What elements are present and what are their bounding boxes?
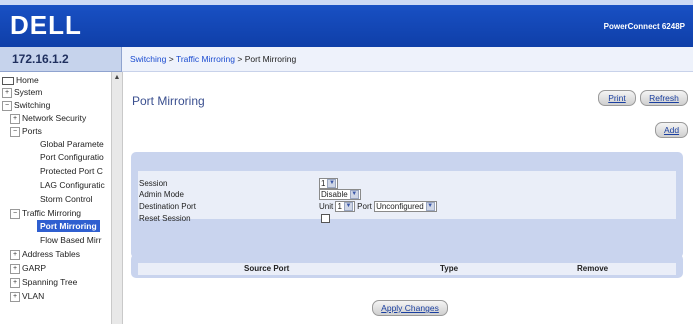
breadcrumb-separator: > <box>168 54 174 64</box>
scroll-up-icon[interactable]: ▲ <box>113 74 121 82</box>
chevron-down-icon: ▼ <box>327 179 337 189</box>
unit-select[interactable]: 1 ▼ <box>335 201 355 213</box>
collapse-icon: − <box>10 208 20 219</box>
tree-item-label: Port Configuratio <box>40 152 104 162</box>
tree-item-ports[interactable]: − Ports <box>10 125 42 137</box>
destination-port-label: Destination Port <box>139 202 196 211</box>
navigation-tree: Home + System − Switching + Network Securit… <box>0 72 111 324</box>
reset-session-checkbox-wrap <box>321 213 330 224</box>
expand-icon: + <box>10 249 20 260</box>
port-label: Port <box>357 202 372 211</box>
tree-item-garp[interactable]: + GARP <box>10 262 46 274</box>
reset-session-label: Reset Session <box>139 214 191 223</box>
header-top-line <box>0 0 693 5</box>
port-value: Unconfigured <box>376 202 424 212</box>
column-header-remove: Remove <box>577 264 609 273</box>
tree-item-label: Ports <box>22 126 42 136</box>
tree-item-global-parameters[interactable]: Global Paramete <box>40 138 104 150</box>
expand-icon: + <box>10 291 20 302</box>
collapse-icon: − <box>2 100 12 111</box>
destination-port-fields: Unit 1 ▼ Port Unconfigured ▼ <box>319 201 437 213</box>
expand-icon: + <box>10 277 20 288</box>
tree-item-label: Network Security <box>22 113 87 123</box>
column-header-source-port: Source Port <box>244 264 290 273</box>
dell-logo: DELL <box>10 10 82 40</box>
tree-item-spanning-tree[interactable]: + Spanning Tree <box>10 276 77 288</box>
column-header-type: Type <box>440 264 459 273</box>
expand-icon: + <box>2 87 12 98</box>
tree-item-home[interactable]: Home <box>2 74 39 86</box>
tree-item-label: System <box>14 87 43 97</box>
main-content: Port Mirroring Print Refresh Add Session… <box>122 72 693 324</box>
breadcrumb: Switching > Traffic Mirroring > Port Mir… <box>130 54 296 64</box>
tree-item-switching[interactable]: − Switching <box>2 99 50 111</box>
chevron-down-icon: ▼ <box>349 190 359 200</box>
breadcrumb-switching[interactable]: Switching <box>130 54 166 64</box>
tree-item-system[interactable]: + System <box>2 86 42 98</box>
folder-icon <box>2 76 14 85</box>
breadcrumb-traffic-mirroring[interactable]: Traffic Mirroring <box>176 54 235 64</box>
tree-item-port-configuration[interactable]: Port Configuratio <box>40 151 104 163</box>
tree-item-lag-configuration[interactable]: LAG Configuratic <box>40 179 105 191</box>
chevron-down-icon: ▼ <box>343 202 353 212</box>
tree-item-flow-based-mirroring[interactable]: Flow Based Mirr <box>40 234 101 246</box>
tree-item-label: LAG Configuratic <box>40 180 105 190</box>
unit-label: Unit <box>319 202 334 211</box>
tree-item-label: Home <box>16 75 39 85</box>
reset-session-checkbox[interactable] <box>321 214 330 224</box>
chevron-down-icon: ▼ <box>425 202 435 212</box>
expand-icon: + <box>10 263 20 274</box>
unit-value: 1 <box>337 202 342 212</box>
product-name: PowerConnect 6248P <box>603 22 685 31</box>
admin-mode-select[interactable]: Disable ▼ <box>319 189 361 201</box>
collapse-icon: − <box>10 126 20 137</box>
session-value: 1 <box>321 179 326 189</box>
tree-item-label: GARP <box>22 263 47 273</box>
tree-item-network-security[interactable]: + Network Security <box>10 112 86 124</box>
tree-item-label: Spanning Tree <box>22 277 78 287</box>
ip-address-bar: 172.16.1.2 <box>0 47 122 72</box>
tree-item-traffic-mirroring[interactable]: − Traffic Mirroring <box>10 207 81 219</box>
tree-item-label: Flow Based Mirr <box>40 235 102 245</box>
expand-icon: + <box>10 113 20 124</box>
breadcrumb-current: Port Mirroring <box>244 54 297 64</box>
tree-item-label: Switching <box>14 100 51 110</box>
admin-mode-value: Disable <box>321 190 348 200</box>
tree-item-label: Port Mirroring <box>40 221 97 231</box>
session-label: Session <box>139 179 168 188</box>
tree-item-address-tables[interactable]: + Address Tables <box>10 248 80 260</box>
header-bar: DELL PowerConnect 6248P <box>0 0 693 47</box>
print-button[interactable]: Print <box>598 90 636 106</box>
source-port-table: Source Port Type Remove <box>131 254 683 278</box>
refresh-button[interactable]: Refresh <box>640 90 688 106</box>
tree-item-label: Storm Control <box>40 194 93 204</box>
tree-item-port-mirroring[interactable]: Port Mirroring <box>37 220 100 232</box>
apply-changes-button[interactable]: Apply Changes <box>372 300 448 316</box>
add-button[interactable]: Add <box>655 122 688 138</box>
breadcrumb-separator: > <box>237 54 243 64</box>
tree-item-vlan[interactable]: + VLAN <box>10 290 44 302</box>
tree-item-label: Traffic Mirroring <box>22 208 82 218</box>
tree-item-storm-control[interactable]: Storm Control <box>40 193 92 205</box>
port-select[interactable]: Unconfigured ▼ <box>374 201 437 213</box>
tree-item-label: Global Paramete <box>40 139 104 149</box>
tree-item-label: Protected Port C <box>40 166 103 176</box>
admin-mode-label: Admin Mode <box>139 190 184 199</box>
tree-item-protected-port[interactable]: Protected Port C <box>40 165 103 177</box>
page-title: Port Mirroring <box>132 94 205 108</box>
ip-address: 172.16.1.2 <box>12 52 69 66</box>
session-select[interactable]: 1 ▼ <box>319 178 339 190</box>
tree-item-label: Address Tables <box>22 249 80 259</box>
tree-item-label: VLAN <box>22 291 45 301</box>
breadcrumb-bar: Switching > Traffic Mirroring > Port Mir… <box>122 47 693 72</box>
